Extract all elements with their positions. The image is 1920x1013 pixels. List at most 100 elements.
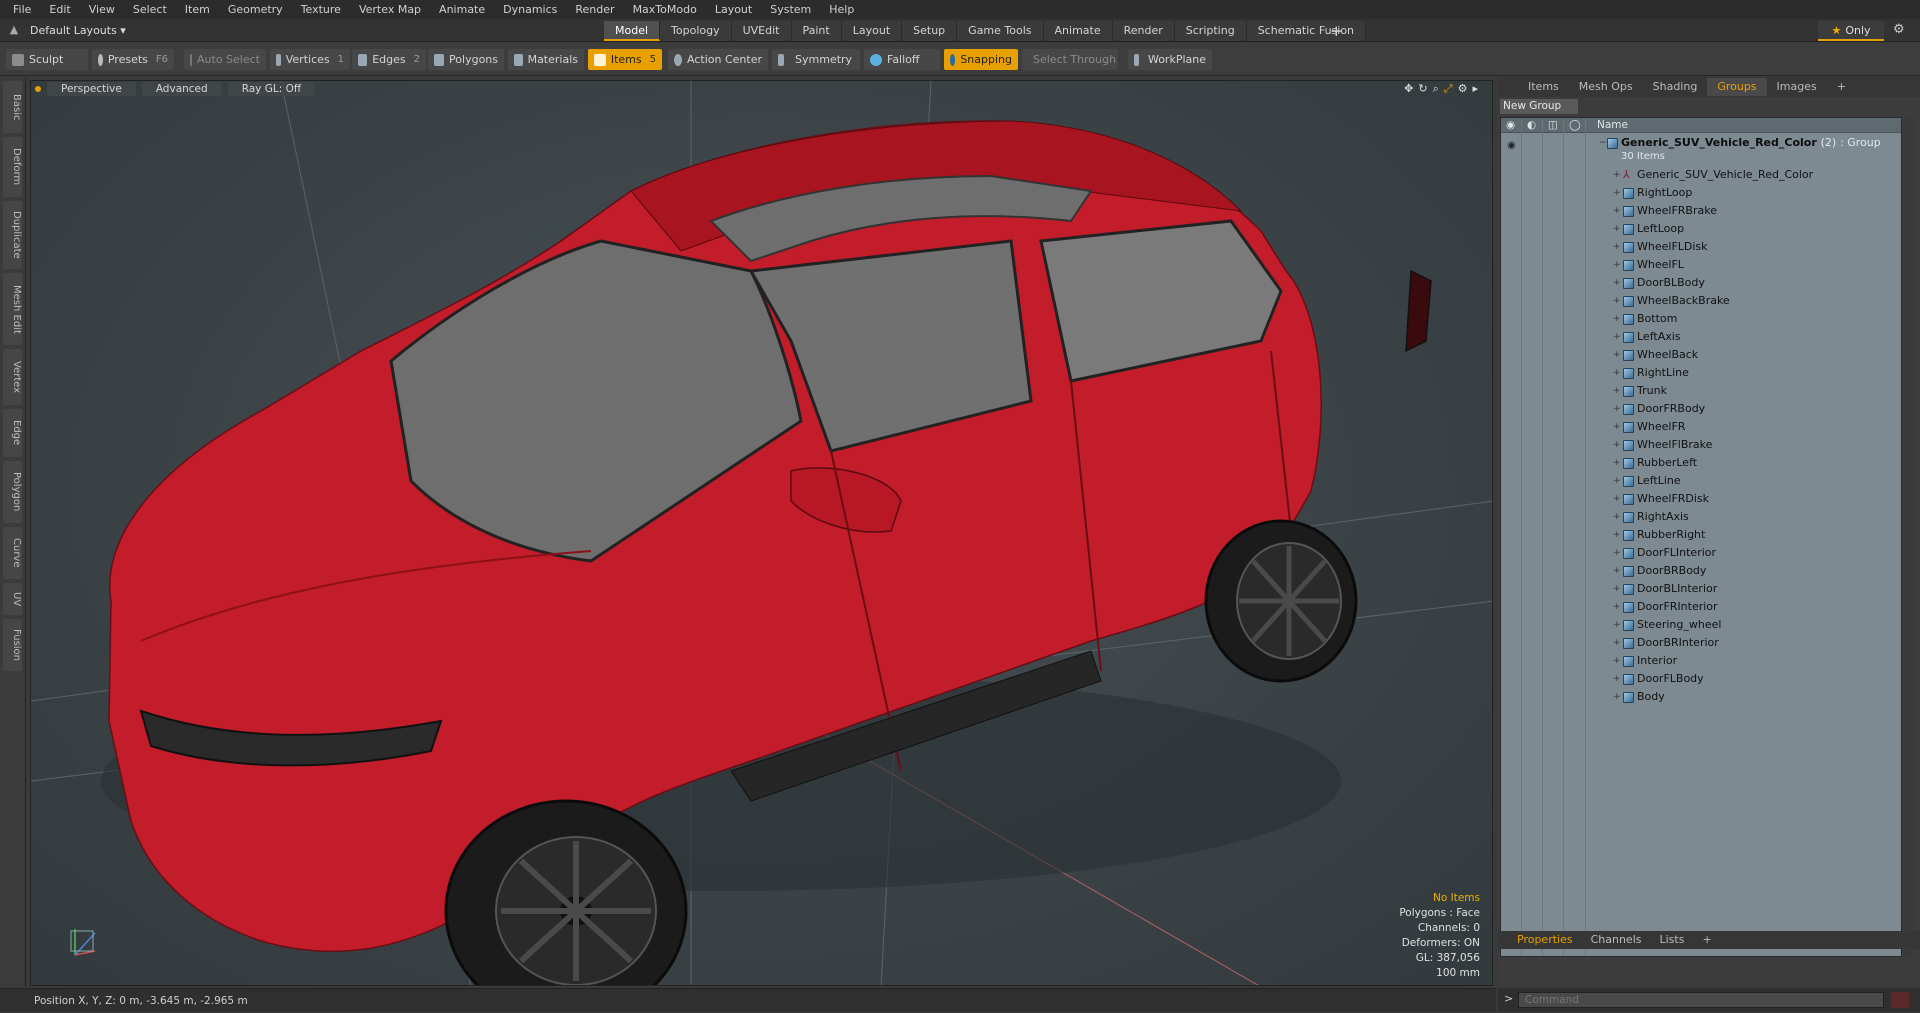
- expand-icon[interactable]: +: [1613, 670, 1621, 688]
- tree-item-row[interactable]: + DoorBRInterior: [1501, 634, 1901, 652]
- gear-icon[interactable]: ⚙: [1893, 22, 1905, 37]
- raygl-button[interactable]: Ray GL: Off: [227, 82, 316, 96]
- tree-item-row[interactable]: + WheelFRBrake: [1501, 202, 1901, 220]
- tool-tab-fusion[interactable]: Fusion: [3, 619, 22, 671]
- tree-item-row[interactable]: + LeftLine: [1501, 472, 1901, 490]
- expand-icon[interactable]: +: [1613, 526, 1621, 544]
- mode-tab-scripting[interactable]: Scripting: [1174, 21, 1247, 41]
- expand-icon[interactable]: +: [1613, 292, 1621, 310]
- presets-button[interactable]: Presets F6: [92, 49, 174, 70]
- mode-tab-layout[interactable]: Layout: [841, 21, 903, 41]
- expand-icon[interactable]: +: [1613, 616, 1621, 634]
- expand-icon[interactable]: +: [1613, 202, 1621, 220]
- select-through-button[interactable]: Select Through: [1022, 49, 1118, 70]
- menu-item-select[interactable]: Select: [124, 0, 176, 19]
- panel-tab-items[interactable]: Items: [1518, 78, 1569, 96]
- symmetry-button[interactable]: Symmetry: [772, 49, 860, 70]
- tree-item-row[interactable]: + Steering_wheel: [1501, 616, 1901, 634]
- vertices-button[interactable]: Vertices 1: [270, 49, 350, 70]
- expand-icon[interactable]: +: [1613, 400, 1621, 418]
- tree-item-row[interactable]: + WheelFR: [1501, 418, 1901, 436]
- expand-icon[interactable]: +: [1613, 490, 1621, 508]
- menu-item-item[interactable]: Item: [176, 0, 219, 19]
- viewport-menu-dot[interactable]: [35, 86, 41, 92]
- viewport-more-icon[interactable]: ▸: [1472, 82, 1478, 96]
- add-tab-button[interactable]: +: [1330, 21, 1343, 41]
- tree-item-row[interactable]: + WheelBack: [1501, 346, 1901, 364]
- mode-tab-animate[interactable]: Animate: [1043, 21, 1113, 41]
- mode-tab-paint[interactable]: Paint: [791, 21, 842, 41]
- tree-item-row[interactable]: + WheelFRDisk: [1501, 490, 1901, 508]
- menu-item-layout[interactable]: Layout: [706, 0, 761, 19]
- expand-icon[interactable]: +: [1613, 634, 1621, 652]
- menu-item-vertex-map[interactable]: Vertex Map: [350, 0, 430, 19]
- mode-tab-render[interactable]: Render: [1112, 21, 1175, 41]
- name-column-header[interactable]: Name: [1597, 119, 1628, 131]
- mode-tab-topology[interactable]: Topology: [660, 21, 732, 41]
- command-input[interactable]: [1518, 992, 1884, 1008]
- fit-icon[interactable]: ⤢: [1444, 82, 1453, 96]
- only-button[interactable]: ★ Only: [1818, 21, 1884, 41]
- layout-selector[interactable]: Default Layouts ▾: [30, 22, 126, 39]
- expand-icon[interactable]: +: [1613, 220, 1621, 238]
- menu-item-animate[interactable]: Animate: [430, 0, 494, 19]
- menu-item-maxtomodo[interactable]: MaxToModo: [624, 0, 706, 19]
- snapping-button[interactable]: Snapping: [944, 49, 1018, 70]
- tree-item-row[interactable]: + DoorFLInterior: [1501, 544, 1901, 562]
- tool-tab-deform[interactable]: Deform: [3, 137, 22, 197]
- menu-item-system[interactable]: System: [761, 0, 820, 19]
- tree-item-row[interactable]: + Trunk: [1501, 382, 1901, 400]
- tool-tab-uv[interactable]: UV: [3, 583, 22, 615]
- tree-item-row[interactable]: + Bottom: [1501, 310, 1901, 328]
- menu-item-view[interactable]: View: [80, 0, 124, 19]
- collapse-icon[interactable]: −: [1599, 134, 1607, 152]
- tree-item-row[interactable]: + DoorBLBody: [1501, 274, 1901, 292]
- tree-item-row[interactable]: + RubberRight: [1501, 526, 1901, 544]
- viewport-gear-icon[interactable]: ⚙: [1458, 82, 1468, 96]
- panel-tab-groups[interactable]: Groups: [1707, 78, 1767, 96]
- expand-icon[interactable]: +: [1613, 580, 1621, 598]
- expand-icon[interactable]: +: [1613, 598, 1621, 616]
- tree-item-row[interactable]: + LeftAxis: [1501, 328, 1901, 346]
- group-visibility-icon[interactable]: ◉: [1507, 137, 1516, 155]
- tool-tab-duplicate[interactable]: Duplicate: [3, 201, 22, 269]
- tree-item-row[interactable]: + DoorBRBody: [1501, 562, 1901, 580]
- expand-icon[interactable]: +: [1613, 238, 1621, 256]
- expand-icon[interactable]: +: [1613, 274, 1621, 292]
- panel-tab-mesh-ops[interactable]: Mesh Ops: [1569, 78, 1643, 96]
- tree-scrollbar[interactable]: [1904, 117, 1916, 957]
- layout-arrow-icon[interactable]: ▲: [6, 22, 22, 38]
- render-header-icon[interactable]: ◐: [1527, 119, 1536, 131]
- expand-icon[interactable]: +: [1613, 436, 1621, 454]
- tree-item-row[interactable]: + DoorFRInterior: [1501, 598, 1901, 616]
- tree-item-row[interactable]: + WheelFL: [1501, 256, 1901, 274]
- expand-icon[interactable]: +: [1613, 454, 1621, 472]
- rotate-icon[interactable]: ↻: [1418, 82, 1427, 96]
- falloff-button[interactable]: Falloff: [864, 49, 940, 70]
- expand-icon[interactable]: +: [1613, 184, 1621, 202]
- shading-style-button[interactable]: Advanced: [141, 82, 222, 96]
- auto-select-button[interactable]: Auto Select: [184, 49, 266, 70]
- menu-item-file[interactable]: File: [4, 0, 40, 19]
- edges-button[interactable]: Edges 2: [352, 49, 426, 70]
- menu-item-help[interactable]: Help: [820, 0, 863, 19]
- expand-icon[interactable]: +: [1613, 508, 1621, 526]
- tree-item-row[interactable]: + LeftLoop: [1501, 220, 1901, 238]
- tool-tab-vertex[interactable]: Vertex: [3, 349, 22, 405]
- expand-icon[interactable]: +: [1613, 652, 1621, 670]
- tool-tab-edge[interactable]: Edge: [3, 409, 22, 457]
- tree-item-row[interactable]: + RightLine: [1501, 364, 1901, 382]
- eye-header-icon[interactable]: ◉: [1506, 119, 1515, 131]
- panel-tab-shading[interactable]: Shading: [1643, 78, 1708, 96]
- expand-icon[interactable]: +: [1613, 364, 1621, 382]
- mode-tab-model[interactable]: Model: [604, 21, 661, 41]
- 3d-viewport[interactable]: Perspective Advanced Ray GL: Off ✥ ↻ ⌕ ⤢…: [30, 80, 1493, 986]
- group-row[interactable]: ◉ − Generic_SUV_Vehicle_Red_Color (2) : …: [1501, 134, 1901, 164]
- tool-tab-mesh-edit[interactable]: Mesh Edit: [3, 273, 22, 345]
- tree-item-row[interactable]: + WheelFLDisk: [1501, 238, 1901, 256]
- workplane-button[interactable]: WorkPlane: [1128, 49, 1212, 70]
- tree-item-row[interactable]: + WheelBackBrake: [1501, 292, 1901, 310]
- menu-item-geometry[interactable]: Geometry: [219, 0, 292, 19]
- menu-item-texture[interactable]: Texture: [292, 0, 350, 19]
- tool-tab-basic[interactable]: Basic: [3, 81, 22, 133]
